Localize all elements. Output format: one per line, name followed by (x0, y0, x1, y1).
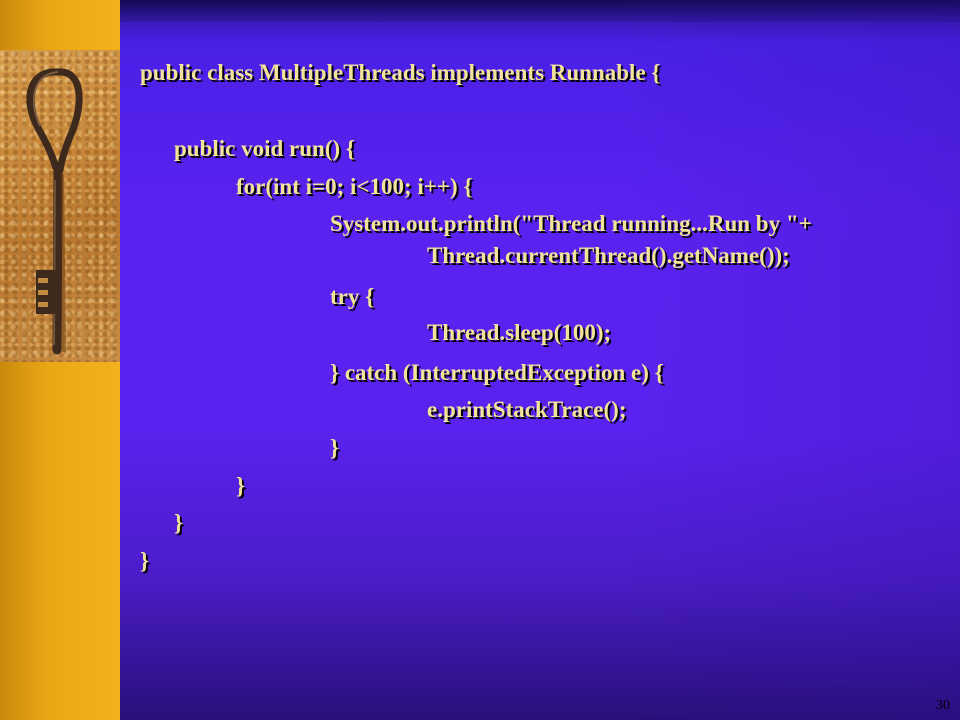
code-line: Thread.sleep(100); (427, 320, 612, 345)
code-line: for(int i=0; i<100; i++) { (236, 174, 473, 199)
code-line: } (236, 473, 246, 498)
key-photo (0, 50, 120, 362)
code-line: Thread.currentThread().getName()); (427, 243, 790, 268)
page-number: 30 (936, 698, 950, 713)
code-line: } (330, 435, 340, 460)
code-line: } catch (InterruptedException e) { (330, 360, 664, 385)
code-line: public void run() { (174, 136, 355, 161)
code-line: try { (330, 284, 375, 309)
code-line: } (140, 548, 150, 573)
key-icon (26, 68, 83, 355)
code-line: System.out.println("Thread running...Run… (330, 211, 812, 236)
slide: public class MultipleThreads implements … (0, 0, 960, 720)
code-line: public class MultipleThreads implements … (140, 60, 661, 85)
code-block: public class MultipleThreads implements … (120, 0, 960, 720)
content-panel: public class MultipleThreads implements … (120, 0, 960, 720)
code-line: } (174, 510, 184, 535)
code-line: e.printStackTrace(); (427, 397, 627, 422)
